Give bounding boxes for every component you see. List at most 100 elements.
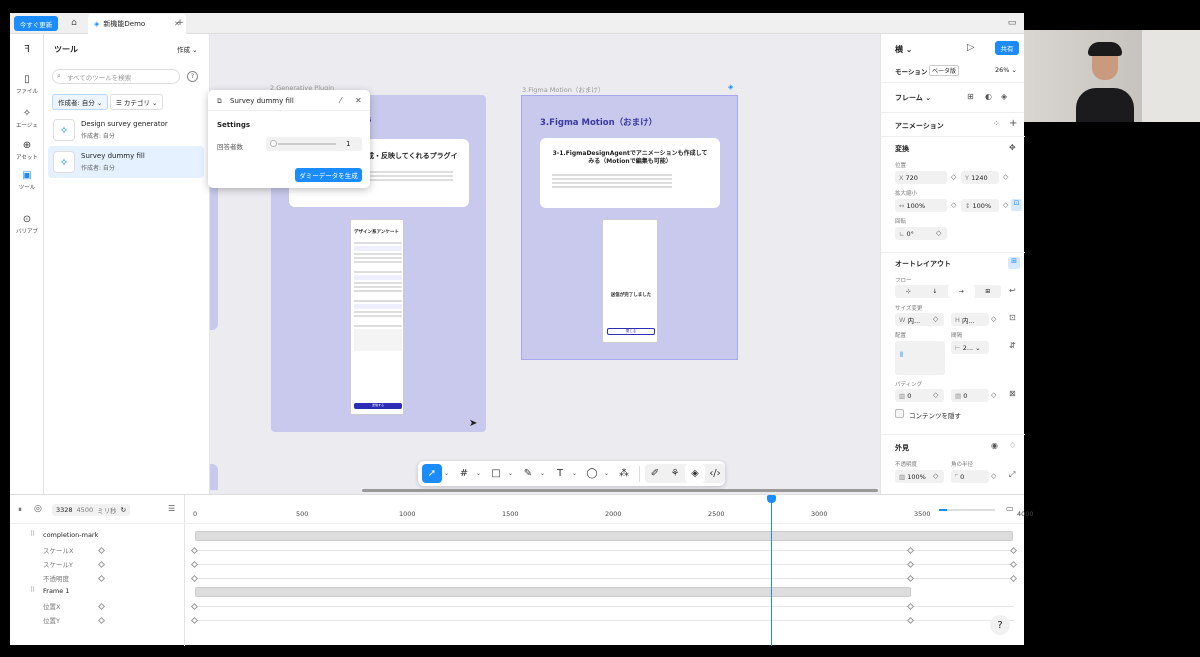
keyframe-marker[interactable] (97, 546, 106, 555)
contrast-icon[interactable]: ◐ (985, 92, 992, 101)
keyframe-marker[interactable] (97, 602, 106, 611)
playhead-handle[interactable] (767, 495, 776, 503)
grid-icon[interactable]: ⁘ (993, 119, 1000, 128)
gap-input[interactable]: ⊢ 2... ⌄ (951, 341, 989, 354)
window-icon[interactable]: ▭ (1006, 16, 1018, 30)
move-icon[interactable]: ✥ (1009, 143, 1016, 152)
new-tab-icon[interactable]: + (174, 17, 186, 29)
keyframe-marker[interactable] (1009, 546, 1018, 555)
animation-bar[interactable] (195, 587, 911, 597)
generate-dummy-button[interactable]: ダミーデータを生成 (295, 168, 362, 182)
keyframe-icon[interactable]: ◇ (933, 472, 938, 480)
layout-icon[interactable]: ⊞ (967, 92, 974, 101)
keyframe-marker[interactable] (97, 574, 106, 583)
help-button[interactable]: ? (990, 615, 1010, 635)
list-icon[interactable]: ☰ (168, 504, 175, 513)
home-icon[interactable]: ⌂ (68, 17, 80, 29)
timeline-row[interactable]: 位置Y (10, 613, 1024, 627)
keyframe-marker[interactable] (906, 560, 915, 569)
x-input[interactable]: X 720 (895, 171, 947, 184)
rectangle-tool-icon[interactable]: □ (486, 464, 506, 483)
update-now-button[interactable]: 今すぐ更新 (14, 16, 58, 31)
wrap-icon[interactable]: ↩ (1009, 286, 1016, 295)
flow-horizontal-icon[interactable]: → (948, 285, 975, 298)
drop-icon[interactable]: ♢ (1009, 441, 1016, 450)
link-icon[interactable]: ⊡ (1011, 199, 1022, 211)
filter-creator[interactable]: 作成者: 自分 ⌄ (52, 94, 109, 110)
rail-files[interactable]: ▯ ファイル (10, 74, 44, 95)
plugin-item-selected[interactable]: ✧ Survey dummy fill 作成者: 自分 (48, 146, 204, 178)
design-mode-icon[interactable]: ⚘ (665, 464, 685, 483)
dev-mode-icon[interactable]: ‹/› (705, 464, 725, 483)
slider-thumb[interactable] (270, 140, 277, 147)
alignment-grid[interactable]: ⫴ (895, 341, 945, 375)
keyframe-icon[interactable]: ◇ (933, 315, 938, 323)
keyframe-icon[interactable]: ◇ (933, 391, 938, 399)
timeline-row[interactable]: 不透明度 (10, 571, 1024, 585)
timeline-row[interactable]: completion-mark ⠿ (10, 529, 1024, 543)
keyframe-marker[interactable] (906, 546, 915, 555)
keyframe-marker[interactable] (906, 616, 915, 625)
keyframe-marker[interactable] (190, 560, 199, 569)
scale-x-input[interactable]: ↔ 100% (895, 199, 947, 212)
respondents-slider[interactable]: 1 (266, 137, 362, 151)
keyframe-icon[interactable]: ◇ (991, 472, 996, 480)
tool-search-input[interactable]: ⌕ すべてのツールを検索 (52, 69, 180, 84)
style-icon[interactable]: ◈ (1001, 92, 1007, 101)
keyframe-icon[interactable]: ◇ (991, 315, 996, 323)
add-icon[interactable]: + (1009, 118, 1017, 129)
actions-icon[interactable]: ⁂ (614, 464, 634, 483)
keyframe-icon[interactable]: ◇ (951, 201, 956, 209)
keyframe-marker[interactable] (190, 574, 199, 583)
radius-input[interactable]: ⌜ 0 (951, 470, 989, 483)
height-input[interactable]: H 内... (951, 313, 989, 326)
corner-icon[interactable]: ⤢ (1009, 470, 1015, 480)
flow-toggle[interactable]: ⊹ ↓ → ⊞ (895, 285, 1001, 298)
close-icon[interactable]: ✕ (355, 96, 362, 105)
keyframe-marker[interactable] (906, 602, 915, 611)
plugin-item[interactable]: ✧ Design survey generator 作成者: 自分 (48, 114, 204, 146)
keyframe-marker[interactable] (906, 574, 915, 583)
rail-agent[interactable]: ✧ エージェ (10, 108, 44, 129)
flow-grid-icon[interactable]: ⊞ (975, 285, 1002, 298)
keyframe-icon[interactable]: ◇ (991, 391, 996, 399)
prototype-mode-icon[interactable]: ◈ (685, 464, 705, 483)
help-icon[interactable]: ? (187, 71, 198, 82)
pen-tool-icon[interactable]: ✎ (518, 464, 538, 483)
move-tool-icon[interactable]: ➚ (422, 464, 442, 483)
frame-figma-motion[interactable]: 3.Figma Motion（おまけ） 3-1.FigmaDesignAgent… (521, 95, 738, 360)
frame-section-title[interactable]: フレーム ⌄ (895, 93, 931, 103)
draw-mode-icon[interactable]: ✐ (645, 464, 665, 483)
timeline-row[interactable]: 位置X (10, 599, 1024, 613)
timeline-row[interactable]: スケールY (10, 557, 1024, 571)
time-display[interactable]: 3328 4500 ミリ秒 ↻ (52, 504, 131, 516)
timeline-row[interactable]: Frame 1 ⠿ (10, 585, 1024, 599)
rail-assets[interactable]: ⊕ アセット (10, 140, 44, 161)
keyframe-icon[interactable]: ◇ (936, 229, 941, 237)
padding-v-input[interactable]: ▤ 0 (951, 389, 989, 402)
flow-free-icon[interactable]: ⊹ (895, 285, 922, 298)
keyframe-marker[interactable] (190, 602, 199, 611)
frame-tool-icon[interactable]: # (454, 464, 474, 483)
file-tab[interactable]: ◈ 新機能Demo ✕ (88, 14, 186, 34)
keyframe-icon[interactable]: ◇ (951, 173, 956, 181)
playhead[interactable] (771, 497, 772, 646)
flow-vertical-icon[interactable]: ↓ (922, 285, 949, 298)
magic-wand-icon[interactable]: ⁄ (340, 96, 341, 105)
zoom-slider[interactable] (939, 509, 995, 511)
padding-detail-icon[interactable]: ⊠ (1009, 389, 1016, 398)
rail-variables[interactable]: ⊙ バリアブ (10, 214, 44, 235)
filter-category[interactable]: ☰ カテゴリ ⌄ (110, 94, 164, 110)
keyframe-marker[interactable] (97, 616, 106, 625)
frame-name-dropdown[interactable]: 横 ⌄ (895, 44, 913, 55)
rail-tools[interactable]: ▣ ツール (10, 170, 44, 191)
keyframe-icon[interactable]: ◇ (1003, 173, 1008, 181)
loop-icon[interactable]: ↻ (121, 506, 126, 514)
keyframe-marker[interactable] (190, 616, 199, 625)
keyframe-marker[interactable] (190, 546, 199, 555)
record-icon[interactable]: ◎ (34, 504, 42, 514)
autolayout-icon[interactable]: ⊞ (1008, 257, 1020, 269)
share-button[interactable]: 共有 (995, 41, 1019, 55)
figma-logo[interactable]: ꟻ (10, 44, 44, 57)
comment-tool-icon[interactable]: ◯ (582, 464, 602, 483)
